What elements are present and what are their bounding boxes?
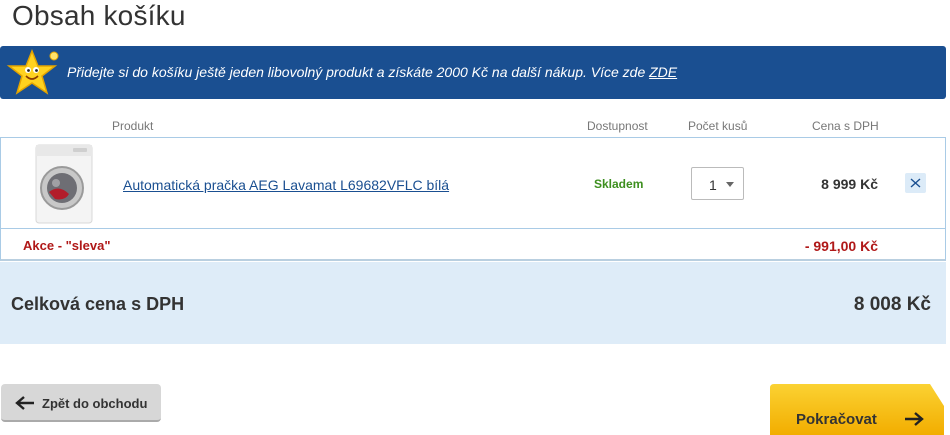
column-header-availability: Dostupnost (587, 119, 648, 133)
quantity-value: 1 (709, 177, 717, 193)
back-button-label: Zpět do obchodu (42, 396, 148, 411)
star-mascot-icon (6, 49, 59, 95)
column-header-quantity: Počet kusů (688, 119, 748, 133)
back-to-shop-button[interactable]: Zpět do obchodu (1, 384, 161, 422)
availability-status: Skladem (594, 177, 644, 191)
column-header-price: Cena s DPH (812, 119, 879, 133)
row-divider (1, 228, 945, 229)
total-label: Celková cena s DPH (11, 294, 185, 314)
arrow-left-icon (15, 396, 34, 410)
promo-banner: Přidejte si do košíku ještě jeden libovo… (0, 46, 946, 99)
continue-button-label: Pokračovat (796, 411, 877, 428)
discount-value: - 991,00 Kč (804, 238, 878, 254)
promo-link[interactable]: ZDE (649, 64, 677, 80)
arrow-right-icon (905, 412, 924, 426)
chevron-down-icon (726, 182, 734, 187)
total-value: 8 008 Kč (853, 294, 931, 315)
item-price: 8 999 Kč (821, 176, 878, 192)
page-title: Obsah košíku (12, 0, 186, 31)
close-icon (910, 178, 921, 188)
column-header-product: Produkt (112, 119, 154, 133)
cart-table: Automatická pračka AEG Lavamat L69682VFL… (0, 137, 946, 261)
continue-button[interactable]: Pokračovat (770, 384, 945, 435)
total-panel: Celková cena s DPH 8 008 Kč (0, 262, 946, 344)
cart-page: Obsah košíku Přidejte si do košíku ještě… (0, 0, 950, 435)
product-name-link[interactable]: Automatická pračka AEG Lavamat L69682VFL… (123, 177, 449, 193)
promo-message: Přidejte si do košíku ještě jeden libovo… (67, 64, 650, 80)
discount-label: Akce - "sleva" (23, 238, 111, 253)
promo-text: Přidejte si do košíku ještě jeden libovo… (67, 64, 677, 80)
product-image[interactable] (35, 144, 93, 224)
remove-item-button[interactable] (905, 173, 926, 193)
quantity-select[interactable]: 1 (691, 167, 744, 200)
